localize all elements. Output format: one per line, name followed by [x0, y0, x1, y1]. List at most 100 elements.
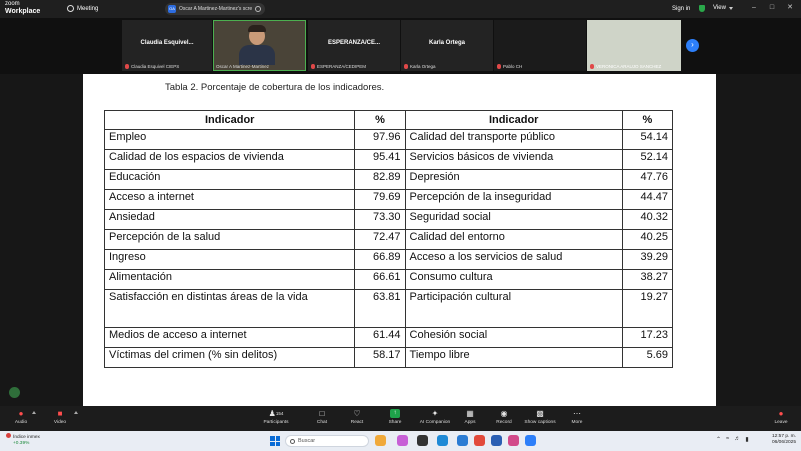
- participant-tile[interactable]: Claudia Esquivel... Claudia Esquivel CIE…: [122, 20, 212, 71]
- taskbar-app-icon[interactable]: [417, 435, 428, 446]
- react-button[interactable]: ♡ React: [337, 409, 377, 425]
- shared-screen: Tabla 2. Porcentaje de cobertura de los …: [0, 74, 801, 406]
- table-row: Acceso a internet 79.69 Percepción de la i…: [103, 189, 674, 210]
- participant-tile[interactable]: VERONICA ARAUJO SANCHEZ: [587, 20, 681, 71]
- taskbar-search[interactable]: Buscar: [285, 435, 369, 447]
- participants-button[interactable]: ♟ 154 Participants: [256, 409, 296, 425]
- captions-label: Show captions: [524, 420, 556, 425]
- view-menu[interactable]: View: [713, 5, 733, 11]
- percent-cell: 72.47: [354, 229, 406, 250]
- zoom-app-icon[interactable]: [525, 435, 536, 446]
- mic-off-icon: [590, 64, 594, 69]
- participant-name: ESPERANZA/CE...: [327, 40, 380, 46]
- participant-label: Pablo CH: [497, 64, 522, 69]
- table-row: Percepción de la salud 72.47 Calidad del e…: [103, 229, 674, 250]
- apps-icon: ▦: [466, 409, 474, 418]
- share-options-icon[interactable]: [255, 6, 262, 12]
- participant-label-text: Pablo CH: [503, 64, 523, 69]
- mic-off-icon: [404, 64, 408, 69]
- mic-off-icon: [311, 64, 315, 69]
- participant-label: VERONICA ARAUJO SANCHEZ: [590, 64, 661, 69]
- video-off-icon: ■: [57, 409, 63, 418]
- participant-gallery: Claudia Esquivel... Claudia Esquivel CIE…: [0, 18, 801, 74]
- gear-icon: [67, 5, 74, 12]
- mic-muted-icon: ●: [18, 409, 24, 418]
- table-row: Satisfacción en distintas áreas de la vi…: [103, 289, 674, 328]
- participant-tile-video[interactable]: Oscar A Martinez-Martinez: [213, 20, 306, 71]
- windows-taskbar: Índice inmex +0.39% Buscar ⌃ ≈ ♬ ▮ 12:57…: [0, 431, 801, 451]
- video-label: Video: [53, 420, 67, 425]
- percent-cell: 73.30: [354, 209, 406, 230]
- volume-icon[interactable]: ♬: [734, 436, 740, 443]
- zoom-window: zoom Workplace Meeting OA Oscar A Martin…: [0, 0, 801, 451]
- battery-icon[interactable]: ▮: [745, 436, 748, 443]
- percent-cell: 5.69: [621, 347, 674, 368]
- maximize-icon[interactable]: □: [768, 4, 776, 12]
- close-icon[interactable]: ✕: [786, 4, 794, 12]
- indicator-cell: Acceso a los servicios de salud: [404, 249, 623, 270]
- chevron-down-icon: [728, 6, 733, 10]
- meeting-menu[interactable]: Meeting: [67, 5, 98, 12]
- chevron-up-icon[interactable]: ⌃: [716, 436, 721, 443]
- record-button[interactable]: ◉ Record: [484, 409, 524, 425]
- share-icon-wrap: ↑: [390, 409, 400, 418]
- system-tray: ⌃ ≈ ♬ ▮: [716, 436, 749, 443]
- chat-button[interactable]: □ Chat: [302, 409, 342, 425]
- ai-companion-button[interactable]: ✦ AI Companion: [415, 409, 455, 425]
- indicator-cell: Participación cultural: [404, 289, 623, 328]
- view-label: View: [713, 5, 726, 11]
- indicator-cell: Depresión: [404, 169, 623, 190]
- table-body: Empleo 97.96 Calidad del transporte públic…: [103, 129, 674, 368]
- percent-cell: 38.27: [621, 269, 674, 290]
- leave-button[interactable]: ● Leave: [761, 409, 801, 425]
- ai-companion-label: AI Companion: [419, 420, 451, 425]
- next-page-arrow-icon[interactable]: ›: [686, 39, 699, 52]
- chrome-icon[interactable]: [474, 435, 485, 446]
- indicator-cell: Satisfacción en distintas áreas de la vi…: [103, 289, 356, 328]
- shield-icon: [699, 5, 706, 12]
- taskbar-clock[interactable]: 12:57 p. m. 06/06/2025: [764, 434, 796, 446]
- audio-options-icon[interactable]: [32, 411, 36, 414]
- edge-icon[interactable]: [437, 435, 448, 446]
- participant-tile[interactable]: Karla Ortega Karla Ortega: [401, 20, 493, 71]
- taskbar-app-icon[interactable]: [397, 435, 408, 446]
- captions-button[interactable]: ▩ Show captions: [520, 409, 560, 425]
- audio-label: Audio: [14, 420, 28, 425]
- indicator-cell: Víctimas del crimen (% sin delitos): [103, 347, 356, 368]
- captions-icon: ▩: [536, 409, 544, 418]
- indicator-cell: Cohesión social: [404, 327, 623, 348]
- indicator-cell: Calidad de los espacios de vivienda: [103, 149, 356, 170]
- word-icon[interactable]: [491, 435, 502, 446]
- table-row: Ingreso 66.89 Acceso a los servicios de sa…: [103, 249, 674, 270]
- wifi-icon[interactable]: ≈: [726, 436, 729, 443]
- screen-share-indicator[interactable]: OA Oscar A Martinez-Martinez's scre: [165, 3, 265, 15]
- minimize-icon[interactable]: –: [750, 4, 758, 12]
- indicator-cell: Seguridad social: [404, 209, 623, 230]
- sign-in-link[interactable]: Sign in: [672, 5, 706, 12]
- table-row: Ansiedad 73.30 Seguridad social 40.32: [103, 209, 674, 230]
- windows-start-icon[interactable]: [270, 436, 280, 446]
- percent-cell: 54.14: [621, 129, 674, 150]
- taskbar-app-icon[interactable]: [375, 435, 386, 446]
- stock-icon: [6, 433, 11, 438]
- indicator-cell: Empleo: [103, 129, 356, 150]
- col-header-percent: %: [354, 110, 406, 130]
- more-button[interactable]: ⋯ More: [557, 409, 597, 425]
- taskbar-app-icon[interactable]: [508, 435, 519, 446]
- more-icon: ⋯: [573, 409, 581, 418]
- stock-widget[interactable]: Índice inmex +0.39%: [6, 433, 40, 447]
- search-icon: [290, 438, 295, 444]
- participant-tile[interactable]: Pablo CH: [494, 20, 586, 71]
- percent-cell: 58.17: [354, 347, 406, 368]
- percent-cell: 52.14: [621, 149, 674, 170]
- participant-tile[interactable]: ESPERANZA/CE... ESPERANZA/CEDIPEM: [308, 20, 400, 71]
- indicator-cell: Percepción de la inseguridad: [404, 189, 623, 210]
- taskbar-app-icon[interactable]: [457, 435, 468, 446]
- video-options-icon[interactable]: [74, 411, 78, 414]
- leave-icon: ●: [778, 409, 784, 418]
- percent-cell: 39.29: [621, 249, 674, 270]
- reaction-icon[interactable]: [9, 387, 20, 398]
- share-button[interactable]: ↑ Share: [375, 409, 415, 425]
- sharer-avatar: OA: [168, 5, 176, 13]
- percent-cell: 95.41: [354, 149, 406, 170]
